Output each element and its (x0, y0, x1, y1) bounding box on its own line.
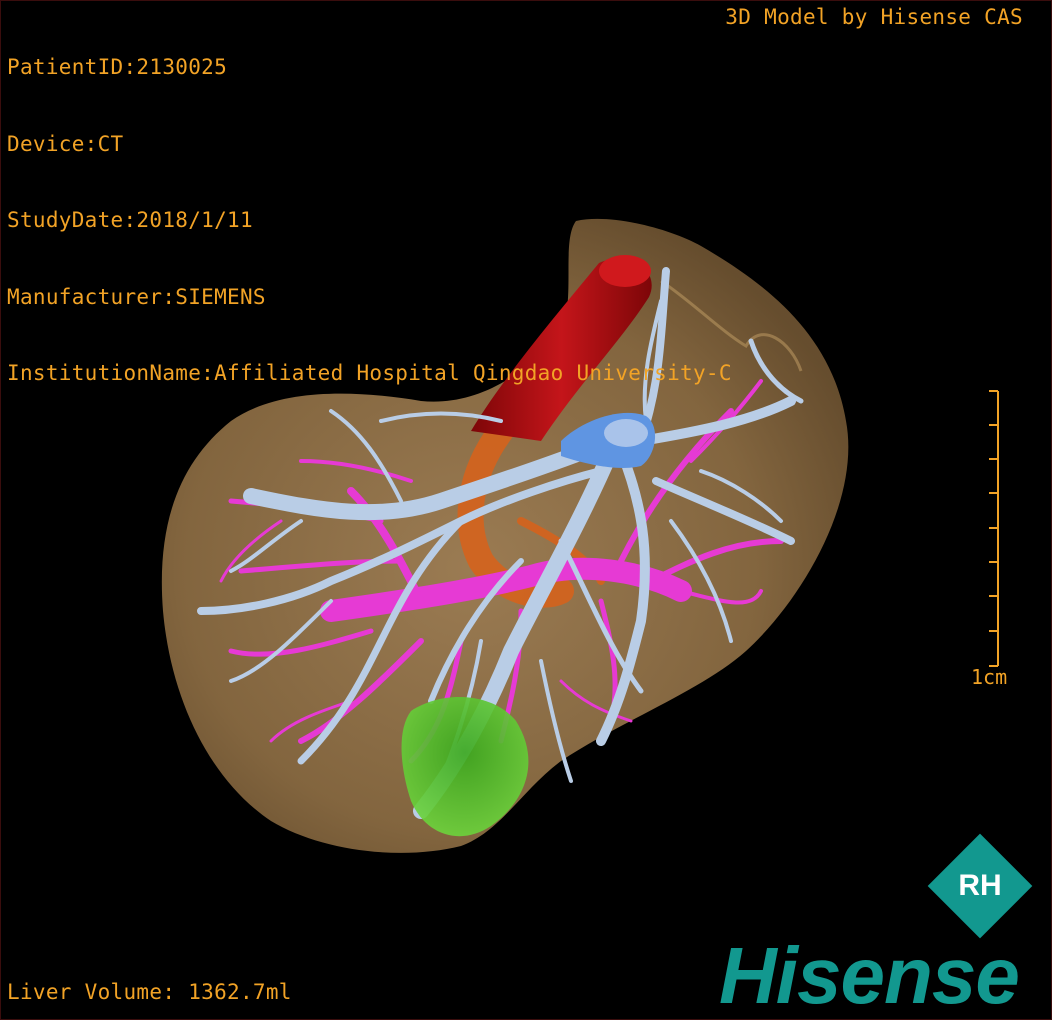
scale-bar (989, 390, 999, 667)
logo-mark-text: RH (958, 869, 1002, 902)
hisense-mark-icon: RH (927, 833, 1033, 939)
study-info-panel: PatientID:2130025 Device:CT StudyDate:20… (7, 4, 732, 438)
patient-id: PatientID:2130025 (7, 55, 228, 79)
device: Device:CT (7, 131, 124, 156)
manufacturer: Manufacturer:SIEMENS (7, 284, 266, 309)
3d-model-viewport[interactable]: PatientID:2130025 Device:CT StudyDate:20… (0, 0, 1052, 1020)
institution-name: InstitutionName:Affiliated Hospital Qing… (7, 361, 732, 385)
model-caption: 3D Model by Hisense CAS (725, 5, 1023, 29)
gallbladder (401, 697, 529, 837)
liver-volume: Liver Volume: 1362.7ml (7, 979, 292, 1004)
hisense-logo: Hisense (719, 931, 1020, 1020)
scale-bar-label: 1cm (971, 665, 1008, 689)
study-date: StudyDate:2018/1/11 (7, 208, 253, 232)
